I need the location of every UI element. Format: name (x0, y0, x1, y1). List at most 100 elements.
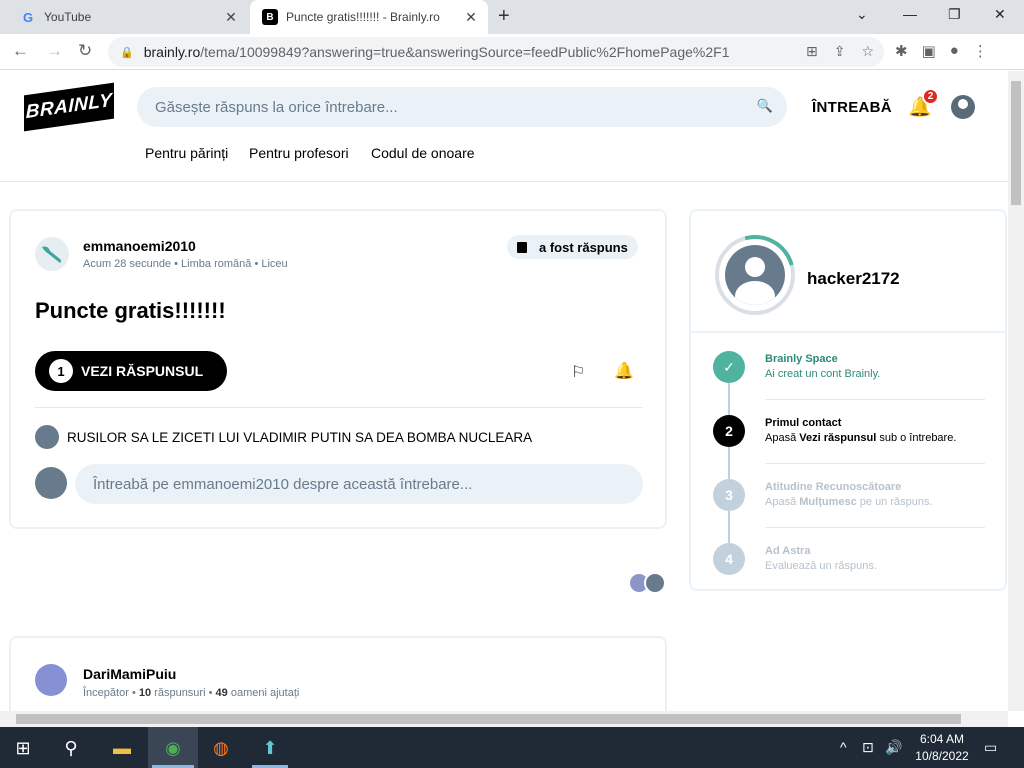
step-desc-text: Apasă (765, 432, 800, 444)
new-tab-button[interactable]: + (498, 5, 510, 28)
profile-icon[interactable]: ● (950, 42, 959, 60)
side-panel-icon[interactable]: ▣ (922, 42, 936, 60)
extensions-icon[interactable]: ✱ (895, 42, 908, 60)
author-avatar[interactable] (35, 237, 69, 271)
step-title: Ad Astra (765, 545, 811, 557)
browser-toolbar: ← → ↻ 🔒 brainly.ro/tema/10099849?answeri… (0, 34, 1024, 70)
answerer-avatar[interactable] (35, 664, 67, 696)
question-meta: Acum 28 secunde • Limba română • Liceu (83, 258, 288, 270)
search-bar: 🔍 (137, 87, 787, 127)
onboarding-panel: hacker2172 ✓ Brainly Space Ai creat un c… (689, 209, 1007, 591)
see-answer-label: VEZI RĂSPUNSUL (81, 363, 204, 379)
nav-link-teachers[interactable]: Pentru profesori (249, 145, 349, 161)
tab-title: YouTube (44, 10, 92, 24)
question-level: Liceu (261, 258, 288, 270)
lock-icon[interactable]: 🔒 (120, 46, 134, 59)
meta-separator: • (131, 687, 136, 699)
question-subject[interactable]: Limba română (181, 258, 251, 270)
bookmark-star-icon[interactable]: ☆ (861, 43, 874, 60)
step-divider (765, 463, 985, 464)
brainly-logo[interactable]: BRAINLY (24, 82, 114, 132)
extension-icons: ✱ ▣ ● ⋮ (895, 42, 988, 60)
scrollbar-thumb[interactable] (1011, 81, 1021, 205)
windows-taskbar: ⊞ ⚲ ▬ ◉ ◍ ⬆ ^ ⊡ 🔊 6:04 AM 10/8/2022 ▭ (0, 727, 1024, 768)
nav-link-honor-code[interactable]: Codul de onoare (371, 145, 475, 161)
nav-link-parents[interactable]: Pentru părinți (145, 145, 228, 161)
viewer-avatar (644, 572, 666, 594)
panel-divider (691, 331, 1005, 333)
answer-author-meta: Începător • 10 răspunsuri • 49 oameni aj… (83, 687, 299, 699)
horizontal-scrollbar[interactable] (0, 711, 1008, 727)
step-desc-text: Apasă (765, 496, 800, 508)
address-bar[interactable]: 🔒 brainly.ro/tema/10099849?answering=tru… (108, 37, 884, 67)
close-tab-icon[interactable]: ✕ (460, 9, 482, 26)
tab-youtube[interactable]: G YouTube ✕ (8, 0, 248, 34)
viewer-avatars (628, 572, 668, 594)
question-card: emmanoemi2010 Acum 28 secunde • Limba ro… (9, 209, 667, 529)
close-window-button[interactable]: ✕ (994, 6, 1006, 23)
step-desc-text: pe un răspuns. (856, 496, 933, 508)
question-author[interactable]: emmanoemi2010 (83, 238, 196, 254)
question-divider (35, 407, 643, 408)
search-icon[interactable]: 🔍 (757, 98, 773, 114)
ask-question-button[interactable]: ÎNTREABĂ (812, 99, 892, 116)
step-number: 2 (713, 415, 745, 447)
reload-icon[interactable]: ↻ (78, 41, 92, 61)
back-icon[interactable]: ← (12, 41, 29, 61)
share-icon[interactable]: ⇪ (834, 43, 846, 60)
tab-search-dropdown-icon[interactable]: ⌄ (856, 6, 868, 23)
volume-icon[interactable]: 🔊 (885, 739, 902, 756)
see-answer-button[interactable]: 1 VEZI RĂSPUNSUL (35, 351, 227, 391)
close-tab-icon[interactable]: ✕ (220, 9, 242, 26)
question-title: Puncte gratis!!!!!!! (35, 298, 226, 323)
answer-count: 1 (49, 359, 73, 383)
omnibox-actions: ⊞ ⇪ ☆ (806, 43, 874, 60)
username[interactable]: hacker2172 (807, 269, 900, 289)
helped-count: 49 (215, 687, 228, 699)
question-time: Acum 28 secunde (83, 258, 172, 270)
document-icon (517, 241, 527, 253)
answer-author[interactable]: DariMamiPuiu (83, 666, 176, 682)
windows-start-icon[interactable]: ⊞ (10, 735, 36, 761)
action-center-icon[interactable]: ▭ (984, 739, 997, 756)
page-content: BRAINLY 🔍 ÎNTREABĂ 🔔 2 Pentru părinți Pe… (0, 71, 1008, 711)
profile-progress-ring (700, 220, 810, 330)
firefox-icon[interactable]: ◍ (208, 735, 234, 761)
answered-label: a fost răspuns (539, 239, 628, 255)
step-desc-text: sub o întrebare. (876, 432, 957, 444)
step-number: 3 (713, 479, 745, 511)
comment-avatar[interactable] (35, 425, 59, 449)
step-desc-bold: Vezi răspunsul (799, 432, 877, 444)
tab-brainly[interactable]: B Puncte gratis!!!!!!! - Brainly.ro ✕ (250, 0, 488, 34)
step-check-icon: ✓ (713, 351, 745, 383)
minimize-button[interactable]: — (903, 6, 917, 22)
step-desc: Evaluează un răspuns. (765, 560, 877, 572)
translate-icon[interactable]: ⊞ (806, 43, 818, 60)
maximize-button[interactable]: ❐ (948, 6, 961, 23)
google-icon: G (22, 9, 34, 25)
show-hidden-icons-chevron-icon[interactable]: ^ (840, 739, 847, 755)
chrome-icon[interactable]: ◉ (160, 735, 186, 761)
app-icon[interactable]: ⬆ (257, 735, 283, 761)
follow-bell-icon[interactable]: 🔔 (614, 361, 634, 381)
step-desc: Apasă Vezi răspunsul sub o întrebare. (765, 432, 956, 444)
profile-avatar[interactable] (725, 245, 785, 305)
search-icon[interactable]: ⚲ (58, 735, 84, 761)
url-text: brainly.ro/tema/10099849?answering=true&… (144, 44, 730, 60)
vertical-scrollbar[interactable] (1008, 71, 1024, 711)
user-avatar[interactable] (951, 95, 975, 119)
forward-icon[interactable]: → (46, 41, 63, 61)
file-explorer-icon[interactable]: ▬ (109, 735, 135, 761)
network-icon[interactable]: ⊡ (862, 739, 874, 756)
search-input[interactable] (155, 98, 745, 116)
answers-label: răspunsuri (154, 687, 206, 699)
ask-author-input[interactable] (75, 464, 643, 504)
menu-icon[interactable]: ⋮ (973, 42, 988, 60)
step-desc-bold: Mulțumesc (799, 496, 857, 508)
meta-separator: • (254, 258, 259, 270)
step-number: 4 (713, 543, 745, 575)
helped-label: oameni ajutați (230, 687, 300, 699)
report-flag-icon[interactable]: ⚐ (571, 362, 585, 382)
scrollbar-thumb[interactable] (16, 714, 961, 724)
system-clock[interactable]: 6:04 AM 10/8/2022 (912, 731, 972, 765)
